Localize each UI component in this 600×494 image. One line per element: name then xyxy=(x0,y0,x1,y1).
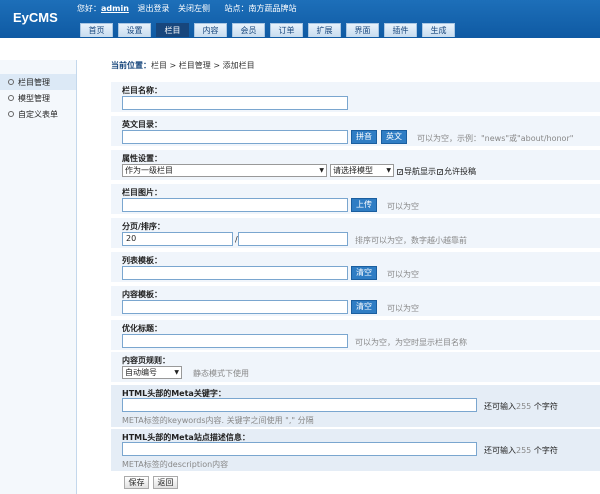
sidebar-item-model-manage[interactable]: 模型管理 xyxy=(0,90,76,106)
seo-title-input[interactable] xyxy=(122,334,348,348)
image-input[interactable] xyxy=(122,198,348,212)
field-page-sort: 分页/排序： 20 / 排序可以为空，数字越小越靠前 xyxy=(111,218,600,248)
field-title: 分页/排序： xyxy=(122,222,165,231)
user-bar: 您好：admin 退出登录 关闭左侧 站点：南方蔬品牌站 xyxy=(77,3,303,14)
counter-prefix: 还可输入 xyxy=(484,402,516,411)
rule-select[interactable]: 自动编号 xyxy=(122,366,182,379)
circle-icon xyxy=(8,111,14,117)
checkbox-checked-icon: ✓ xyxy=(437,169,444,176)
counter-value: 255 xyxy=(516,402,532,411)
top-header: EyCMS 您好：admin 退出登录 关闭左侧 站点：南方蔬品牌站 首页 设置… xyxy=(0,0,600,38)
tab-content[interactable]: 内容 xyxy=(194,23,227,37)
main-nav: 首页 设置 栏目 内容 会员 订单 扩展 界面 插件 生成 xyxy=(80,23,460,37)
field-name: 栏目名称： xyxy=(111,82,600,112)
checkbox-checked-icon: ✓ xyxy=(397,169,404,176)
tab-plugin[interactable]: 插件 xyxy=(384,23,417,37)
field-rule: 内容页规则： 自动编号 静态模式下使用 xyxy=(111,352,600,382)
tab-interface[interactable]: 界面 xyxy=(346,23,379,37)
keywords-input[interactable] xyxy=(122,398,477,412)
nav-show-checkbox[interactable]: ✓导航显示 xyxy=(397,166,436,177)
description-counter: 还可输入255 个字符 xyxy=(484,445,558,456)
field-title: 内容模板： xyxy=(122,290,162,299)
sidebar-item-category-manage[interactable]: 栏目管理 xyxy=(0,74,76,90)
circle-icon xyxy=(8,79,14,85)
clear-content-button[interactable]: 清空 xyxy=(351,300,377,314)
list-template-input[interactable] xyxy=(122,266,348,280)
dir-input[interactable] xyxy=(122,130,348,144)
tab-category[interactable]: 栏目 xyxy=(156,23,189,37)
field-title: 英文目录： xyxy=(122,120,162,129)
greeting: 您好： xyxy=(77,4,101,13)
dir-hint: 可以为空，示例："news"或"about/honor" xyxy=(417,134,574,143)
keywords-counter: 还可输入255 个字符 xyxy=(484,401,558,412)
logo: EyCMS xyxy=(13,10,58,25)
sidebar-item-label: 模型管理 xyxy=(18,93,50,103)
sidebar-item-label: 栏目管理 xyxy=(18,77,50,87)
close-left-link[interactable]: 关闭左侧 xyxy=(178,4,210,13)
save-button[interactable]: 保存 xyxy=(124,476,149,489)
sidebar: 栏目管理 模型管理 自定义表单 xyxy=(0,60,77,494)
field-image: 栏目图片： 上传 可以为空 xyxy=(111,184,600,214)
counter-suffix: 个字符 xyxy=(533,402,558,411)
image-hint: 可以为空 xyxy=(387,202,419,211)
site-label: 站点：南方蔬品牌站 xyxy=(224,4,297,13)
sort-hint: 排序可以为空，数字越小越靠前 xyxy=(355,236,467,245)
english-button[interactable]: 英文 xyxy=(381,130,407,144)
field-title: 优化标题： xyxy=(122,324,162,333)
field-title: 栏目图片： xyxy=(122,188,162,197)
field-attr: 属性设置： 作为一级栏目 请选择模型 ✓导航显示 ✓允许投稿 xyxy=(111,150,600,180)
checkbox-label: 导航显示 xyxy=(404,167,436,176)
tab-generate[interactable]: 生成 xyxy=(422,23,455,37)
username-link[interactable]: admin xyxy=(101,4,129,13)
circle-icon xyxy=(8,95,14,101)
field-description: HTML头部的Meta站点描述信息： 还可输入255 个字符 META标签的de… xyxy=(111,429,600,471)
pinyin-button[interactable]: 拼音 xyxy=(351,130,377,144)
counter-prefix: 还可输入 xyxy=(484,446,516,455)
field-seo-title: 优化标题： 可以为空，为空时显示栏目名称 xyxy=(111,320,600,350)
pagesize-input[interactable]: 20 xyxy=(122,232,233,246)
field-title: 列表模板： xyxy=(122,256,162,265)
description-input[interactable] xyxy=(122,442,477,456)
allow-post-checkbox[interactable]: ✓允许投稿 xyxy=(437,166,476,177)
checkbox-label: 允许投稿 xyxy=(444,167,476,176)
list-template-hint: 可以为空 xyxy=(387,270,419,279)
breadcrumb: 当前位置：栏目 > 栏目管理 > 添加栏目 xyxy=(111,60,255,71)
sidebar-item-custom-form[interactable]: 自定义表单 xyxy=(0,106,76,122)
tab-settings[interactable]: 设置 xyxy=(118,23,151,37)
upload-button[interactable]: 上传 xyxy=(351,198,377,212)
model-select[interactable]: 请选择模型 xyxy=(330,164,394,177)
main-content: 当前位置：栏目 > 栏目管理 > 添加栏目 栏目名称： 英文目录： 拼音 英文 … xyxy=(111,55,600,494)
clear-list-button[interactable]: 清空 xyxy=(351,266,377,280)
keywords-note: META标签的keywords内容. 关键字之间使用 "," 分隔 xyxy=(122,416,314,425)
field-title: 栏目名称： xyxy=(122,86,162,95)
breadcrumb-label: 当前位置： xyxy=(111,61,151,70)
content-template-hint: 可以为空 xyxy=(387,304,419,313)
content-template-input[interactable] xyxy=(122,300,348,314)
tab-home[interactable]: 首页 xyxy=(80,23,113,37)
field-list-template: 列表模板： 清空 可以为空 xyxy=(111,252,600,282)
counter-suffix: 个字符 xyxy=(533,446,558,455)
counter-value: 255 xyxy=(516,446,532,455)
back-button[interactable]: 返回 xyxy=(153,476,178,489)
tab-extend[interactable]: 扩展 xyxy=(308,23,341,37)
name-input[interactable] xyxy=(122,96,348,110)
field-content-template: 内容模板： 清空 可以为空 xyxy=(111,286,600,316)
logout-link[interactable]: 退出登录 xyxy=(137,4,169,13)
rule-hint: 静态模式下使用 xyxy=(193,369,249,378)
parent-select[interactable]: 作为一级栏目 xyxy=(122,164,327,177)
breadcrumb-path: 栏目 > 栏目管理 > 添加栏目 xyxy=(151,61,255,70)
field-title: 属性设置： xyxy=(122,154,162,163)
tab-order[interactable]: 订单 xyxy=(270,23,303,37)
description-note: META标签的description内容 xyxy=(122,460,229,469)
tab-member[interactable]: 会员 xyxy=(232,23,265,37)
sort-input[interactable] xyxy=(238,232,348,246)
field-keywords: HTML头部的Meta关键字： 还可输入255 个字符 META标签的keywo… xyxy=(111,385,600,427)
field-title: 内容页规则： xyxy=(122,356,170,365)
sidebar-item-label: 自定义表单 xyxy=(18,109,58,119)
field-dir: 英文目录： 拼音 英文 可以为空，示例："news"或"about/honor" xyxy=(111,116,600,146)
seo-title-hint: 可以为空，为空时显示栏目名称 xyxy=(355,338,467,347)
